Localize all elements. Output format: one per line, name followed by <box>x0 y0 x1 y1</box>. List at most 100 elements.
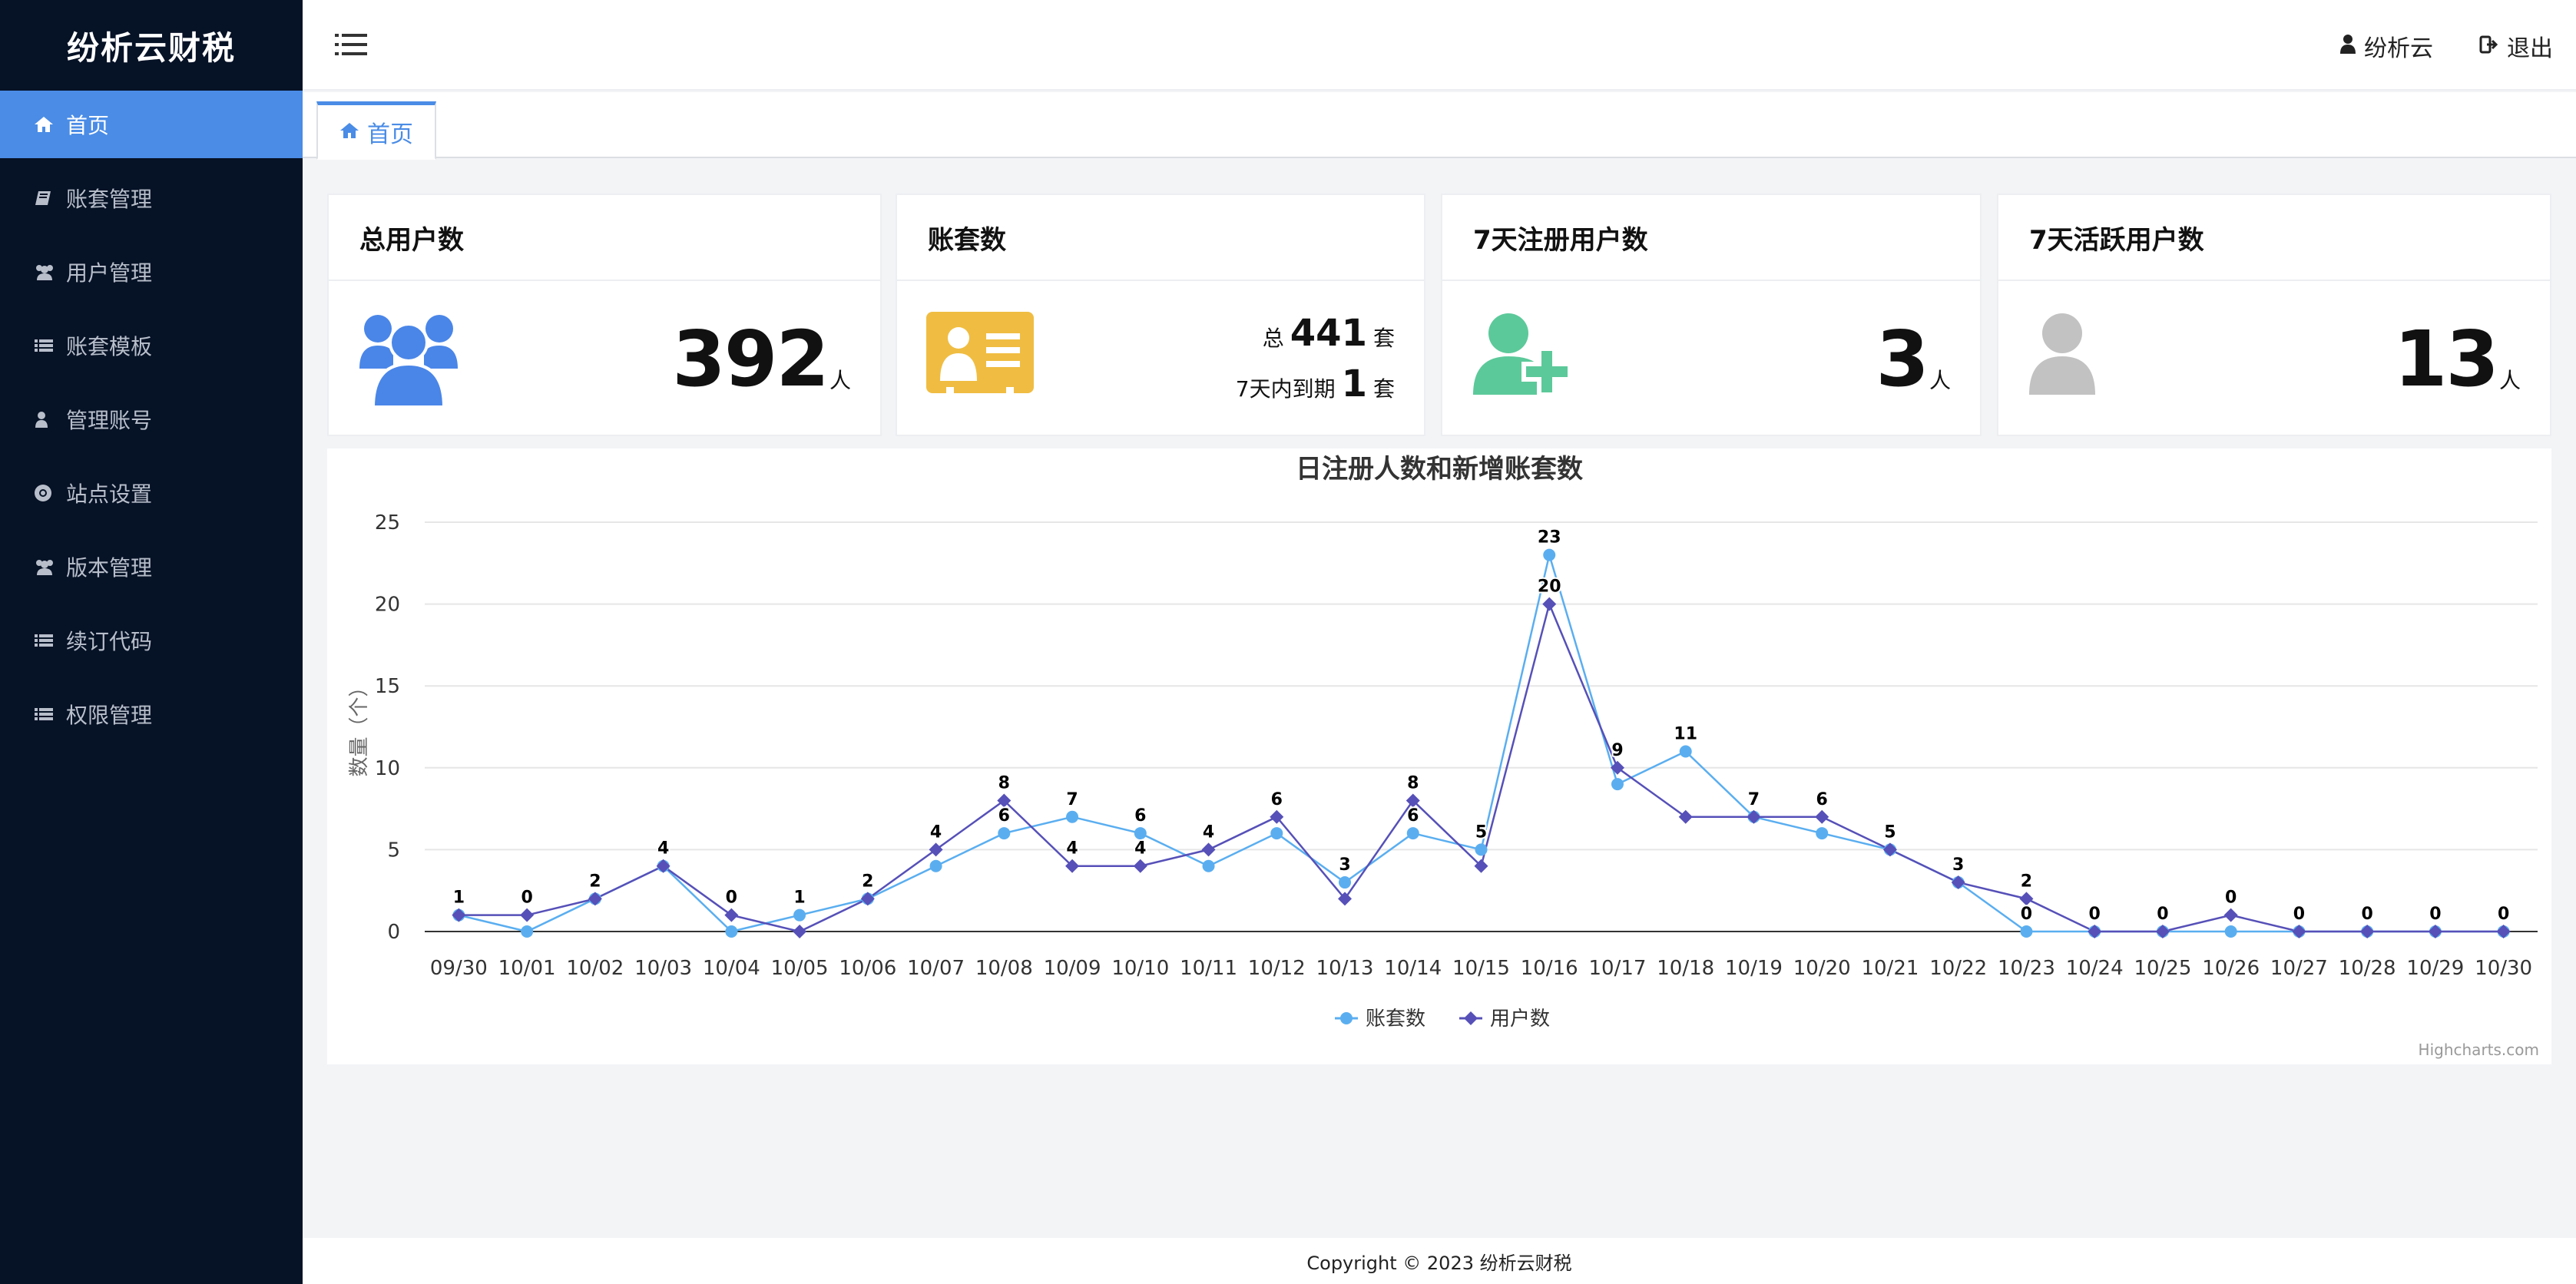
logout-button[interactable]: 退出 <box>2479 29 2553 63</box>
data-point <box>452 908 466 922</box>
data-label: 6 <box>1816 790 1828 809</box>
x-tick-label: 10/06 <box>839 957 896 980</box>
sidebar-item-label: 首页 <box>66 113 110 138</box>
sidebar-item-renewal-codes[interactable]: 续订代码 <box>0 607 303 674</box>
x-tick-label: 10/25 <box>2134 957 2191 980</box>
data-point <box>1611 778 1624 791</box>
x-tick-label: 10/04 <box>703 957 760 980</box>
tab-label: 首页 <box>367 121 413 148</box>
data-point <box>1339 876 1352 889</box>
data-point <box>1679 745 1692 758</box>
data-point <box>1475 843 1488 856</box>
data-point <box>1882 842 1897 857</box>
data-label: 4 <box>657 839 669 859</box>
tab-home[interactable]: 首页 <box>316 101 436 160</box>
data-point <box>2088 925 2102 938</box>
data-point <box>2360 925 2375 938</box>
x-tick-label: 10/11 <box>1180 957 1237 980</box>
data-label: 6 <box>1134 806 1146 826</box>
sidebar-item-templates[interactable]: 账套模板 <box>0 312 303 379</box>
menu-toggle-icon[interactable] <box>333 31 369 58</box>
data-label: 8 <box>998 773 1010 793</box>
data-point <box>998 827 1011 840</box>
x-tick-label: 10/17 <box>1589 957 1647 980</box>
chart-credits: Highcharts.com <box>2419 1041 2539 1059</box>
book-icon <box>34 189 61 207</box>
users-icon <box>34 263 61 281</box>
data-label: 2 <box>862 872 873 891</box>
sidebar-item-users[interactable]: 用户管理 <box>0 238 303 306</box>
sidebar-item-account-sets[interactable]: 账套管理 <box>0 164 303 232</box>
x-tick-label: 10/01 <box>498 957 556 980</box>
new-users-value: 3 <box>1876 314 1929 404</box>
sidebar: 纷析云财税 首页 账套管理 用户管理 账套模板 管理账号 站点设置 版本管理 续… <box>0 0 303 1284</box>
data-point <box>2496 925 2511 938</box>
data-label: 0 <box>2021 905 2032 924</box>
data-point <box>1202 859 1215 872</box>
data-label: 6 <box>1407 806 1419 826</box>
footer: Copyright © 2023 纷析云财税 <box>303 1238 2576 1284</box>
x-tick-label: 10/19 <box>1725 957 1783 980</box>
data-point <box>793 908 806 922</box>
y-tick-label: 15 <box>375 675 400 698</box>
sidebar-item-permissions[interactable]: 权限管理 <box>0 680 303 748</box>
data-point <box>929 859 942 872</box>
data-label: 4 <box>1134 839 1146 859</box>
sidebar-item-label: 账套模板 <box>66 334 153 359</box>
unit-label: 人 <box>829 368 851 393</box>
data-point <box>2020 925 2033 938</box>
user-icon <box>2028 312 2097 398</box>
card-title: 7天注册用户数 <box>1442 195 1980 281</box>
sidebar-item-versions[interactable]: 版本管理 <box>0 533 303 601</box>
data-label: 23 <box>1538 528 1561 548</box>
data-label: 4 <box>1066 839 1078 859</box>
data-point <box>725 925 738 938</box>
data-point <box>2428 925 2442 938</box>
y-tick-label: 25 <box>375 511 400 534</box>
sidebar-item-admin-accounts[interactable]: 管理账号 <box>0 386 303 453</box>
y-tick-label: 0 <box>387 921 400 944</box>
data-label: 1 <box>453 889 465 908</box>
unit-label: 人 <box>1929 368 1951 393</box>
sidebar-item-label: 版本管理 <box>66 555 153 581</box>
data-point <box>1201 842 1216 857</box>
stat-card-accounts: 账套数 总 441 套 7天内到期 1 套 <box>896 194 1425 436</box>
x-tick-label: 10/13 <box>1316 957 1374 980</box>
y-axis-label: 数量（个） <box>348 677 371 776</box>
data-point <box>724 908 739 922</box>
data-label: 7 <box>1066 790 1078 809</box>
sidebar-item-site-settings[interactable]: 站点设置 <box>0 459 303 527</box>
user-icon <box>34 410 61 429</box>
users-icon <box>34 558 61 576</box>
data-label: 0 <box>2498 905 2509 924</box>
x-tick-label: 10/21 <box>1861 957 1919 980</box>
data-point <box>2223 908 2238 922</box>
data-label: 0 <box>2293 905 2305 924</box>
list-icon <box>34 631 61 650</box>
data-point <box>520 908 535 922</box>
x-tick-label: 10/18 <box>1657 957 1714 980</box>
brand-logo[interactable]: 纷析云财税 <box>0 0 303 91</box>
data-point <box>793 925 807 938</box>
data-label: 0 <box>2225 889 2237 908</box>
x-tick-label: 09/30 <box>430 957 488 980</box>
data-label: 3 <box>1339 855 1350 875</box>
x-tick-label: 10/09 <box>1044 957 1101 980</box>
data-point <box>1134 827 1147 840</box>
data-point <box>2292 925 2306 938</box>
x-tick-label: 10/20 <box>1793 957 1851 980</box>
data-point <box>1543 548 1556 561</box>
id-card-icon <box>926 312 1034 396</box>
data-point <box>588 892 602 906</box>
x-tick-label: 10/24 <box>2066 957 2124 980</box>
card-title: 7天活跃用户数 <box>1998 195 2550 281</box>
legend-marker <box>1340 1012 1353 1024</box>
logout-label: 退出 <box>2507 35 2553 62</box>
sidebar-item-label: 管理账号 <box>66 408 153 433</box>
sidebar-item-home[interactable]: 首页 <box>0 91 303 158</box>
data-point <box>521 925 534 938</box>
user-menu[interactable]: 纷析云 <box>2339 29 2433 63</box>
card-title: 总用户数 <box>329 195 880 281</box>
data-label: 5 <box>1884 822 1896 842</box>
data-label: 2 <box>589 872 601 891</box>
